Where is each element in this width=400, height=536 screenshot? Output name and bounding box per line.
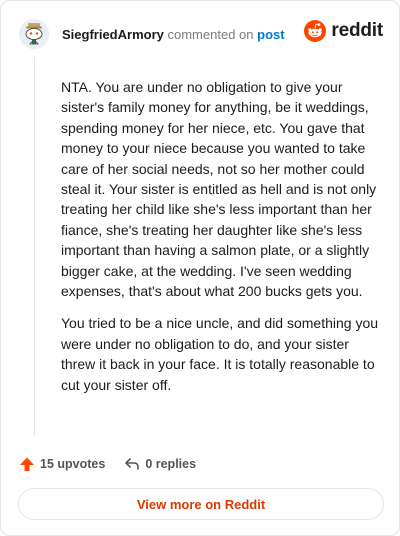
comment-paragraph: NTA. You are under no obligation to give… (61, 79, 377, 300)
upvote-button[interactable]: 15 upvotes (19, 456, 105, 472)
reply-count: 0 replies (145, 457, 197, 471)
comment-meta: SiegfriedArmory commented on post (62, 26, 285, 43)
reddit-logo[interactable]: reddit (304, 20, 383, 42)
commented-on-text: commented on (167, 26, 254, 42)
avatar-snoo-icon (19, 19, 49, 49)
comment-body: NTA. You are under no obligation to give… (61, 77, 379, 407)
comment-paragraph: You tried to be a nice uncle, and did so… (61, 315, 379, 393)
username-link[interactable]: SiegfriedArmory (62, 27, 164, 42)
thread-line (34, 57, 35, 437)
reddit-wordmark: reddit (331, 20, 383, 41)
comment-actions: 15 upvotes 0 replies (19, 454, 196, 474)
user-avatar[interactable] (19, 19, 49, 49)
reply-arrow-icon (125, 458, 140, 470)
comment-header: SiegfriedArmory commented on post reddit (19, 17, 383, 51)
view-more-button[interactable]: View more on Reddit (18, 488, 384, 520)
upvote-count: 15 upvotes (40, 457, 106, 471)
embedded-comment-card: SiegfriedArmory commented on post reddit… (0, 0, 400, 536)
post-link[interactable]: post (257, 27, 284, 42)
upvote-arrow-icon (20, 457, 34, 471)
reddit-snoo-icon (304, 20, 327, 42)
replies-button[interactable]: 0 replies (124, 456, 196, 472)
